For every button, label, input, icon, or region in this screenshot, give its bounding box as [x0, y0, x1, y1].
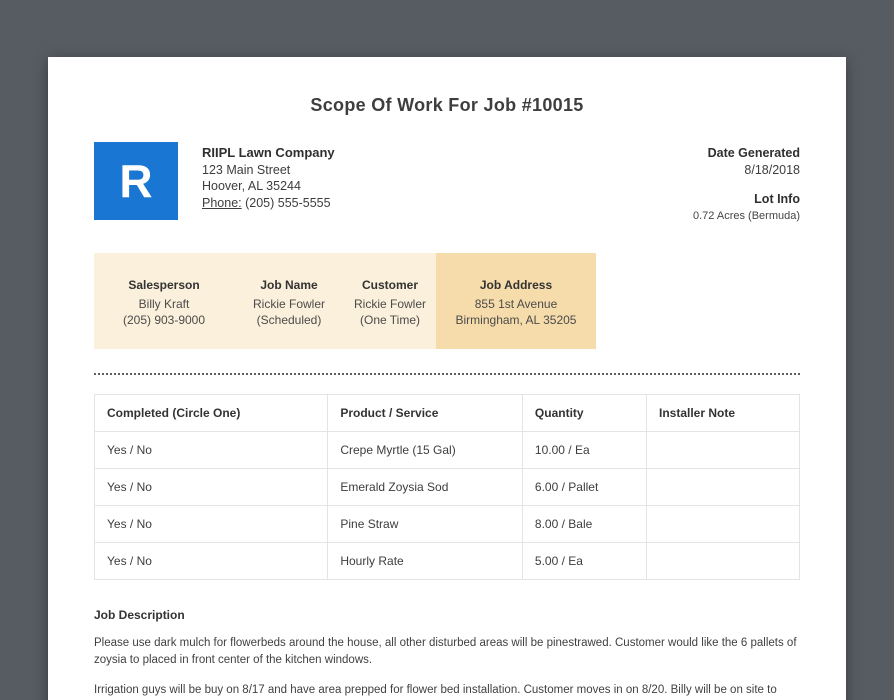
table-row: Yes / No Pine Straw 8.00 / Bale — [93, 505, 800, 543]
job-address-cell: Job Address 855 1st Avenue Birmingham, A… — [436, 253, 596, 349]
header-completed: Completed (Circle One) — [93, 394, 329, 432]
table-header-row: Completed (Circle One) Product / Service… — [93, 394, 800, 432]
dotted-divider — [94, 373, 800, 375]
completed-cell: Yes / No — [93, 542, 329, 580]
product-cell: Pine Straw — [327, 505, 523, 543]
product-cell: Hourly Rate — [327, 542, 523, 580]
salesperson-phone: (205) 903-9000 — [122, 313, 206, 327]
quantity-cell: 6.00 / Pallet — [521, 468, 648, 506]
installer-note-cell — [646, 431, 800, 469]
table-row: Yes / No Emerald Zoysia Sod 6.00 / Palle… — [93, 468, 800, 506]
document-header: R RIIPL Lawn Company 123 Main Street Hoo… — [94, 142, 800, 224]
job-description-paragraph: Irrigation guys will be buy on 8/17 and … — [94, 684, 777, 696]
company-logo: R — [94, 142, 178, 220]
salesperson-cell: Salesperson Billy Kraft (205) 903-9000 — [94, 253, 234, 349]
job-address-label: Job Address — [479, 278, 553, 292]
quantity-cell: 10.00 / Ea — [521, 431, 648, 469]
page-title: Scope Of Work For Job #10015 — [310, 95, 584, 115]
job-name-status: (Scheduled) — [256, 313, 322, 327]
job-address-line2: Birmingham, AL 35205 — [455, 313, 577, 327]
installer-note-cell — [646, 542, 800, 580]
salesperson-label: Salesperson — [128, 278, 200, 292]
header-product-service: Product / Service — [327, 394, 523, 432]
table-row: Yes / No Hourly Rate 5.00 / Ea — [93, 542, 800, 580]
company-address-line2: Hoover, AL 35244 — [202, 179, 301, 193]
job-name-value: Rickie Fowler — [252, 297, 325, 311]
date-generated-label: Date Generated — [707, 146, 800, 160]
company-block: R RIIPL Lawn Company 123 Main Street Hoo… — [94, 142, 335, 220]
logo-letter: R — [119, 155, 153, 207]
quantity-cell: 8.00 / Bale — [521, 505, 648, 543]
lot-info-value: 0.72 Acres (Bermuda) — [693, 209, 800, 222]
job-description-heading: Job Description — [94, 608, 185, 622]
lot-info-label: Lot Info — [754, 192, 800, 206]
company-address-line1: 123 Main Street — [202, 162, 291, 177]
date-generated-value: 8/18/2018 — [744, 162, 800, 177]
customer-cell: Customer Rickie Fowler (One Time) — [344, 253, 436, 349]
completed-cell: Yes / No — [93, 468, 329, 506]
header-installer-note: Installer Note — [646, 394, 800, 432]
installer-note-cell — [646, 505, 800, 543]
product-cell: Crepe Myrtle (15 Gal) — [327, 431, 523, 469]
quantity-cell: 5.00 / Ea — [521, 542, 648, 580]
completed-cell: Yes / No — [93, 505, 329, 543]
header-quantity: Quantity — [521, 394, 648, 432]
completed-cell: Yes / No — [93, 431, 329, 469]
scope-of-work-table: Completed (Circle One) Product / Service… — [93, 394, 800, 580]
document-page: Scope Of Work For Job #10015 R RIIPL Law… — [48, 57, 846, 700]
phone-label: Phone: — [202, 195, 242, 210]
table-row: Yes / No Crepe Myrtle (15 Gal) 10.00 / E… — [93, 431, 800, 469]
job-description-paragraph: Please use dark mulch for flowerbeds aro… — [94, 637, 797, 666]
company-info: RIIPL Lawn Company 123 Main Street Hoove… — [202, 142, 335, 211]
customer-type: (One Time) — [359, 313, 420, 327]
customer-name: Rickie Fowler — [353, 297, 426, 311]
job-name-label: Job Name — [260, 278, 318, 292]
job-address-line1: 855 1st Avenue — [474, 297, 558, 311]
job-name-cell: Job Name Rickie Fowler (Scheduled) — [234, 253, 344, 349]
company-phone: Phone: (205) 555-5555 — [202, 195, 335, 212]
document-meta: Date Generated 8/18/2018 Lot Info 0.72 A… — [693, 142, 800, 224]
job-info-bar: Salesperson Billy Kraft (205) 903-9000 J… — [94, 253, 800, 349]
customer-label: Customer — [361, 278, 418, 292]
salesperson-name: Billy Kraft — [138, 297, 190, 311]
product-cell: Emerald Zoysia Sod — [327, 468, 523, 506]
phone-value: (205) 555-5555 — [245, 195, 331, 210]
company-name: RIIPL Lawn Company — [202, 145, 335, 160]
installer-note-cell — [646, 468, 800, 506]
